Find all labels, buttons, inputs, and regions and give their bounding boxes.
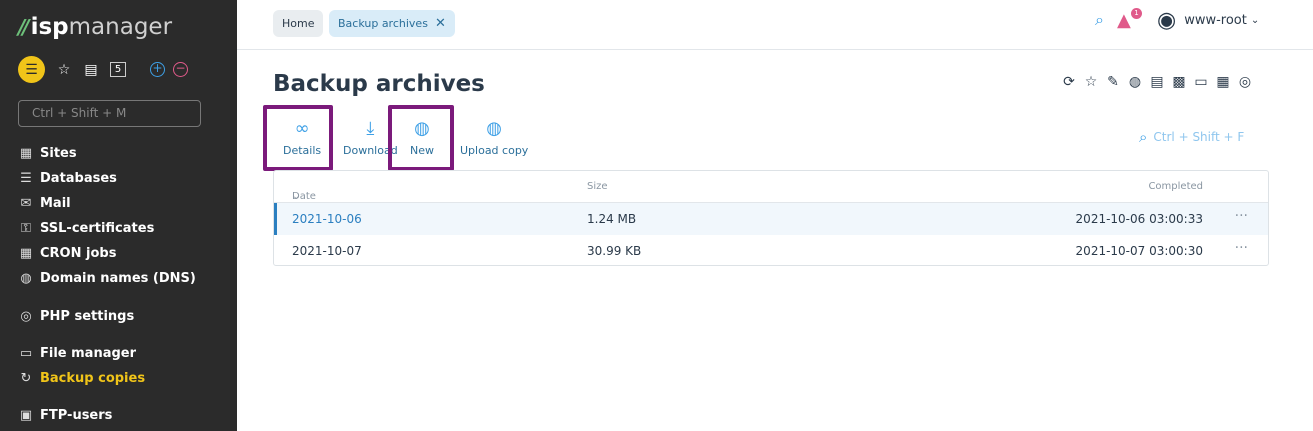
globe-icon: ◍: [486, 118, 503, 139]
sidebar-item-label: Databases: [40, 171, 117, 186]
sidebar-item-label: Backup copies: [40, 371, 146, 386]
breadcrumb-home[interactable]: Home: [273, 10, 324, 37]
globe-icon: ◍: [20, 271, 32, 286]
sidebar-item-databases[interactable]: ☰ Databases: [18, 171, 117, 186]
settings-table-icon[interactable]: ▦: [1212, 74, 1234, 90]
breadcrumb-backup-archives[interactable]: Backup archives ✕: [329, 10, 455, 37]
download-icon: ⤓: [366, 118, 375, 139]
logo-isp: isp: [30, 14, 69, 40]
pin-icon[interactable]: ✎: [1102, 74, 1124, 90]
table-row[interactable]: 2021-10-06 1.24 MB 2021-10-06 03:00:33 ·…: [274, 203, 1268, 235]
document-icon[interactable]: ▤: [1146, 74, 1168, 90]
backup-table: Date ⌄ Size Completed 2021-10-06 1.24 MB…: [273, 170, 1269, 266]
sidebar-item-label: CRON jobs: [40, 246, 117, 261]
table-row[interactable]: 2021-10-07 30.99 KB 2021-10-07 03:00:30 …: [274, 235, 1268, 267]
php-icon: ◎: [20, 309, 32, 324]
table-search-input[interactable]: ⌕ Ctrl + Shift + F: [1139, 128, 1244, 146]
logo[interactable]: // isp manager: [18, 14, 172, 40]
mail-icon: ✉: [20, 196, 32, 211]
sidebar-item-label: Domain names (DNS): [40, 271, 196, 286]
row-completed: 2021-10-07 03:00:30: [1075, 244, 1203, 258]
calendar-icon: ▦: [19, 246, 33, 261]
menu-search-input[interactable]: Ctrl + Shift + M: [18, 100, 201, 127]
column-size[interactable]: Size: [587, 181, 608, 192]
table-search-placeholder: Ctrl + Shift + F: [1153, 130, 1245, 144]
breadcrumb-label: Backup archives: [338, 17, 428, 30]
help-icon[interactable]: ◎: [1234, 74, 1256, 90]
breadcrumb-label: Home: [282, 17, 315, 30]
table-header: Date ⌄ Size Completed: [274, 171, 1268, 203]
sidebar-item-ssl[interactable]: ⚿ SSL-certificates: [18, 221, 154, 236]
sidebar-item-label: PHP settings: [40, 309, 135, 324]
row-date: 2021-10-07: [292, 244, 362, 258]
row-date: 2021-10-06: [292, 212, 362, 226]
sidebar-item-php[interactable]: ◎ PHP settings: [18, 309, 134, 324]
logo-manager: manager: [68, 14, 173, 40]
expand-icon[interactable]: +: [150, 62, 165, 77]
favorites-icon[interactable]: ☆: [56, 62, 72, 78]
highlight-details: [263, 105, 333, 171]
logo-mark: //: [18, 15, 29, 39]
sidebar-item-mail[interactable]: ✉ Mail: [18, 196, 71, 211]
star-icon[interactable]: ☆: [1080, 74, 1102, 90]
upload-copy-label: Upload copy: [460, 144, 529, 157]
search-icon: ⌕: [1139, 128, 1148, 146]
sidebar-item-cron[interactable]: ▦ CRON jobs: [18, 246, 117, 261]
sidebar-item-label: SSL-certificates: [40, 221, 155, 236]
row-size: 30.99 KB: [587, 244, 642, 258]
row-completed: 2021-10-06 03:00:33: [1075, 212, 1203, 226]
sidebar-item-ftp-users[interactable]: ▣ FTP-users: [18, 408, 113, 423]
alert-icon[interactable]: ▲ 1: [1117, 8, 1142, 31]
sidebar-item-label: Sites: [40, 146, 77, 161]
clipboard-icon[interactable]: ▤: [83, 62, 99, 78]
page-actions: ⟳ ☆ ✎ ◍ ▤ ▩ ▭ ▦ ◎: [1058, 74, 1256, 90]
backup-icon: ↻: [20, 371, 32, 386]
refresh-icon[interactable]: ⟳: [1058, 74, 1080, 90]
row-menu-icon[interactable]: ···: [1235, 208, 1248, 224]
upload-copy-button[interactable]: ◍ Upload copy: [460, 118, 528, 157]
menu-tree-icon[interactable]: ☰: [18, 56, 45, 83]
print-icon[interactable]: ▭: [1190, 74, 1212, 90]
recent-box[interactable]: 5: [110, 62, 126, 77]
sort-chevron-icon: ⌄: [292, 191, 301, 202]
sidebar-item-label: FTP-users: [40, 408, 113, 423]
sidebar-item-dns[interactable]: ◍ Domain names (DNS): [18, 271, 196, 286]
sidebar: // isp manager ☰ ☆ ▤ 5 + − Ctrl + Shift …: [0, 0, 237, 431]
ftp-icon: ▣: [19, 408, 33, 423]
database-icon: ☰: [20, 171, 32, 186]
top-bar: Home Backup archives ✕ ⌕ ▲ 1 ◉ www-root ⌄: [237, 0, 1313, 50]
chevron-down-icon: ⌄: [1250, 15, 1260, 26]
collapse-icon[interactable]: −: [173, 62, 188, 77]
sidebar-item-backup-copies[interactable]: ↻ Backup copies: [18, 371, 146, 386]
page-title: Backup archives: [273, 71, 485, 97]
lock-icon: ⚿: [21, 221, 31, 236]
close-icon[interactable]: ✕: [435, 16, 446, 31]
excel-icon[interactable]: ▩: [1168, 74, 1190, 90]
search-icon[interactable]: ⌕: [1095, 10, 1104, 30]
folder-icon: ▭: [19, 346, 33, 361]
user-name: www-root: [1184, 13, 1247, 28]
quick-actions: ☰ ☆ ▤ 5 + −: [18, 56, 188, 83]
row-size: 1.24 MB: [587, 212, 637, 226]
globe-settings-icon[interactable]: ◍: [1124, 74, 1146, 90]
highlight-new: [388, 105, 454, 171]
sidebar-item-label: Mail: [40, 196, 71, 211]
row-menu-icon[interactable]: ···: [1235, 240, 1248, 256]
user-avatar-icon: ◉: [1157, 8, 1177, 33]
sidebar-item-sites[interactable]: ▦ Sites: [18, 146, 77, 161]
alert-count-badge: 1: [1131, 8, 1142, 19]
sidebar-item-label: File manager: [40, 346, 137, 361]
sites-icon: ▦: [19, 146, 33, 161]
user-menu[interactable]: ◉ www-root ⌄: [1157, 8, 1259, 33]
sidebar-item-file-manager[interactable]: ▭ File manager: [18, 346, 136, 361]
column-completed[interactable]: Completed: [1148, 181, 1203, 192]
